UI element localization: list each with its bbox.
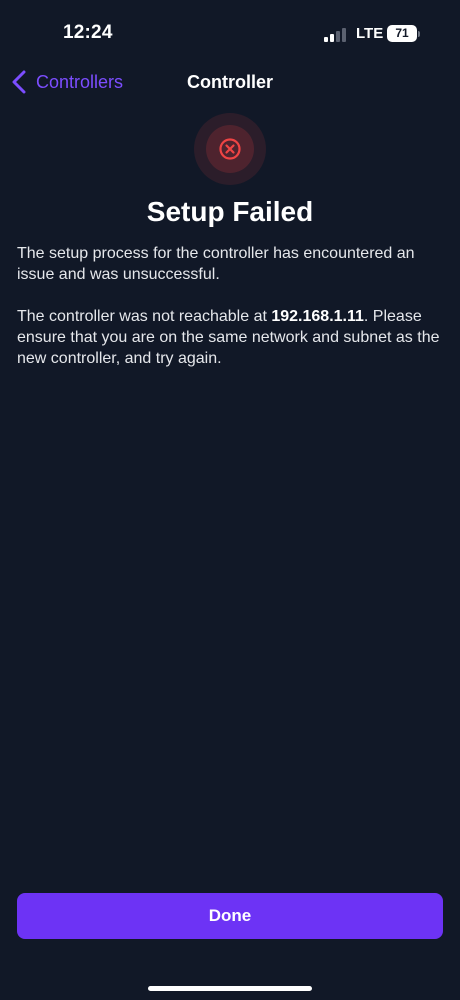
battery-icon: 71 — [387, 25, 417, 42]
done-button[interactable]: Done — [17, 893, 443, 939]
status-bar: 12:24 LTE 71 — [0, 0, 460, 60]
status-time: 12:24 — [63, 22, 113, 43]
battery-cap — [418, 31, 420, 37]
headline: Setup Failed — [146, 196, 314, 227]
navigation-bar: Controller Controllers — [0, 60, 460, 104]
cellular-signal-icon — [324, 28, 348, 42]
back-button-label: Controllers — [36, 71, 124, 92]
error-x-icon — [194, 113, 266, 185]
description-text: The setup process for the controller has… — [17, 245, 415, 283]
chevron-left-icon — [12, 68, 30, 96]
ip-address: 192.168.1.11 — [271, 308, 364, 325]
back-button[interactable]: Controllers — [12, 66, 123, 98]
error-detail-prefix: The controller was not reachable at — [17, 308, 272, 325]
battery-level: 71 — [395, 26, 409, 40]
home-indicator[interactable] — [148, 986, 312, 991]
setup-failed-screen: 12:24 LTE 71 Controller Controllers Setu… — [0, 0, 460, 1000]
error-detail-text: The controller was not reachable at 192.… — [17, 306, 447, 369]
network-type: LTE — [356, 25, 384, 42]
